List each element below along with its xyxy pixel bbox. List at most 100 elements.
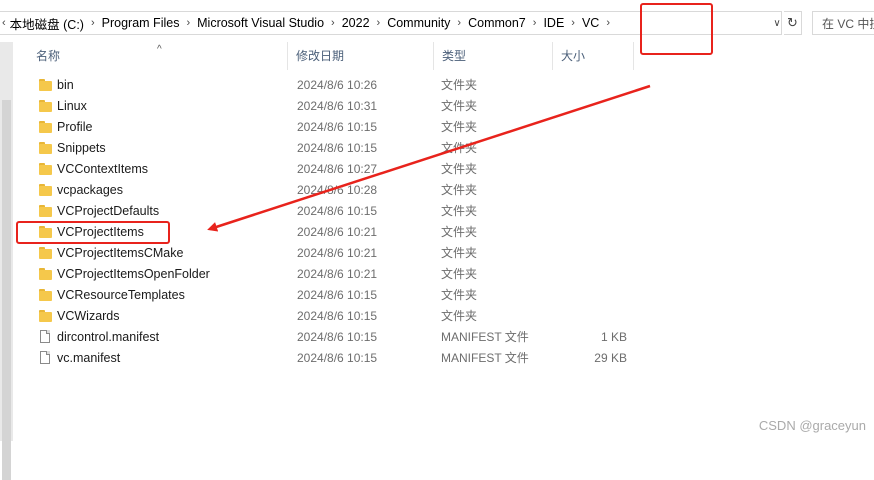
- file-size: [555, 264, 627, 285]
- list-item[interactable]: vcpackages 2024/8/6 10:28 文件夹: [29, 180, 639, 201]
- column-header-type[interactable]: 类型: [435, 42, 553, 70]
- list-item[interactable]: Snippets 2024/8/6 10:15 文件夹: [29, 138, 639, 159]
- file-date: 2024/8/6 10:15: [297, 330, 378, 344]
- folder-icon: [39, 247, 52, 259]
- annotation-box-vc: [640, 3, 713, 55]
- file-type: 文件夹: [441, 288, 478, 302]
- file-date: 2024/8/6 10:15: [297, 309, 378, 323]
- file-size: [555, 285, 627, 306]
- column-header-size[interactable]: 大小: [554, 42, 634, 70]
- file-date: 2024/8/6 10:15: [297, 351, 378, 365]
- file-date: 2024/8/6 10:27: [297, 162, 378, 176]
- file-type: 文件夹: [441, 78, 478, 92]
- file-size: [555, 306, 627, 327]
- file-name: Linux: [57, 99, 87, 113]
- sort-ascending-icon: ^: [157, 44, 162, 55]
- file-icon: [39, 351, 52, 364]
- breadcrumb-community[interactable]: Community: [387, 16, 450, 30]
- file-name: Profile: [57, 120, 93, 134]
- folder-icon: [39, 268, 52, 280]
- list-item[interactable]: bin 2024/8/6 10:26 文件夹: [29, 75, 639, 96]
- file-date: 2024/8/6 10:31: [297, 99, 378, 113]
- breadcrumb-common7[interactable]: Common7: [468, 16, 526, 30]
- file-name: vcpackages: [57, 183, 124, 197]
- watermark: CSDN @graceyun: [758, 418, 866, 433]
- file-size: [555, 138, 627, 159]
- chevron-right-icon[interactable]: ›: [450, 17, 468, 29]
- file-name: VCContextItems: [57, 162, 149, 176]
- scrollbar-thumb[interactable]: [2, 100, 11, 480]
- file-type: 文件夹: [441, 309, 478, 323]
- file-date: 2024/8/6 10:26: [297, 78, 378, 92]
- file-size: [555, 159, 627, 180]
- file-name: VCResourceTemplates: [57, 288, 185, 302]
- breadcrumb-microsoft-visual-studio[interactable]: Microsoft Visual Studio: [197, 16, 324, 30]
- list-item[interactable]: VCProjectItemsOpenFolder 2024/8/6 10:21 …: [29, 264, 639, 285]
- column-header-size-label: 大小: [561, 49, 586, 63]
- chevron-down-icon[interactable]: ∨: [770, 11, 784, 35]
- list-item[interactable]: VCProjectItemsCMake 2024/8/6 10:21 文件夹: [29, 243, 639, 264]
- annotation-box-vcprojectitems: [16, 221, 170, 244]
- breadcrumb-2022[interactable]: 2022: [342, 16, 370, 30]
- column-header-date-label: 修改日期: [296, 49, 345, 63]
- file-type: 文件夹: [441, 246, 478, 260]
- chevron-right-icon[interactable]: ›: [564, 17, 582, 29]
- search-input[interactable]: 在 VC 中搜索: [812, 11, 874, 35]
- chevron-right-icon[interactable]: ›: [324, 17, 342, 29]
- list-item[interactable]: Linux 2024/8/6 10:31 文件夹: [29, 96, 639, 117]
- breadcrumb-vc[interactable]: VC: [582, 16, 599, 30]
- list-item[interactable]: dircontrol.manifest 2024/8/6 10:15 MANIF…: [29, 327, 639, 348]
- file-type: 文件夹: [441, 99, 478, 113]
- file-name: VCWizards: [57, 309, 120, 323]
- chevron-right-icon[interactable]: ›: [370, 17, 388, 29]
- list-item[interactable]: vc.manifest 2024/8/6 10:15 MANIFEST 文件 2…: [29, 348, 639, 369]
- chevron-right-icon[interactable]: ›: [526, 17, 544, 29]
- chevron-right-icon[interactable]: ›: [84, 17, 102, 29]
- file-date: 2024/8/6 10:15: [297, 288, 378, 302]
- navigation-pane-scrollbar[interactable]: [0, 42, 13, 480]
- breadcrumb-c-drive[interactable]: 本地磁盘 (C:): [6, 14, 84, 33]
- file-type: 文件夹: [441, 120, 478, 134]
- file-type: MANIFEST 文件: [441, 330, 529, 344]
- file-name: VCProjectDefaults: [57, 204, 160, 218]
- file-date: 2024/8/6 10:15: [297, 141, 378, 155]
- folder-icon: [39, 121, 52, 133]
- list-item[interactable]: VCContextItems 2024/8/6 10:27 文件夹: [29, 159, 639, 180]
- folder-icon: [39, 184, 52, 196]
- file-size: [555, 180, 627, 201]
- address-bar-row: ‹ 本地磁盘 (C:) › Program Files › Microsoft …: [0, 8, 874, 38]
- file-size: 1 KB: [600, 330, 627, 344]
- file-type: MANIFEST 文件: [441, 351, 529, 365]
- file-name: VCProjectItemsOpenFolder: [57, 267, 210, 281]
- file-type: 文件夹: [441, 204, 478, 218]
- file-name: Snippets: [57, 141, 106, 155]
- breadcrumb-program-files[interactable]: Program Files: [102, 16, 180, 30]
- column-header-date[interactable]: 修改日期: [289, 42, 434, 70]
- chevron-right-icon[interactable]: ›: [179, 17, 197, 29]
- column-header-name-label: 名称: [36, 49, 61, 63]
- breadcrumb-ide[interactable]: IDE: [543, 16, 564, 30]
- folder-icon: [39, 205, 52, 217]
- list-item[interactable]: VCResourceTemplates 2024/8/6 10:15 文件夹: [29, 285, 639, 306]
- folder-icon: [39, 289, 52, 301]
- file-size: [555, 117, 627, 138]
- list-item[interactable]: VCWizards 2024/8/6 10:15 文件夹: [29, 306, 639, 327]
- file-icon: [39, 330, 52, 343]
- file-name: VCProjectItemsCMake: [57, 246, 184, 260]
- list-item[interactable]: VCProjectDefaults 2024/8/6 10:15 文件夹: [29, 201, 639, 222]
- file-type: 文件夹: [441, 267, 478, 281]
- file-date: 2024/8/6 10:21: [297, 267, 378, 281]
- file-date: 2024/8/6 10:28: [297, 183, 378, 197]
- refresh-icon[interactable]: ↻: [784, 11, 802, 35]
- column-header-row: 名称 ^ 修改日期 类型 大小: [29, 42, 635, 70]
- file-size: [555, 96, 627, 117]
- folder-icon: [39, 79, 52, 91]
- list-item[interactable]: Profile 2024/8/6 10:15 文件夹: [29, 117, 639, 138]
- file-date: 2024/8/6 10:21: [297, 246, 378, 260]
- chevron-right-icon[interactable]: ›: [599, 17, 617, 29]
- folder-icon: [39, 310, 52, 322]
- file-type: 文件夹: [441, 225, 478, 239]
- column-header-type-label: 类型: [442, 49, 467, 63]
- file-date: 2024/8/6 10:15: [297, 204, 378, 218]
- column-header-name[interactable]: 名称 ^: [29, 42, 288, 70]
